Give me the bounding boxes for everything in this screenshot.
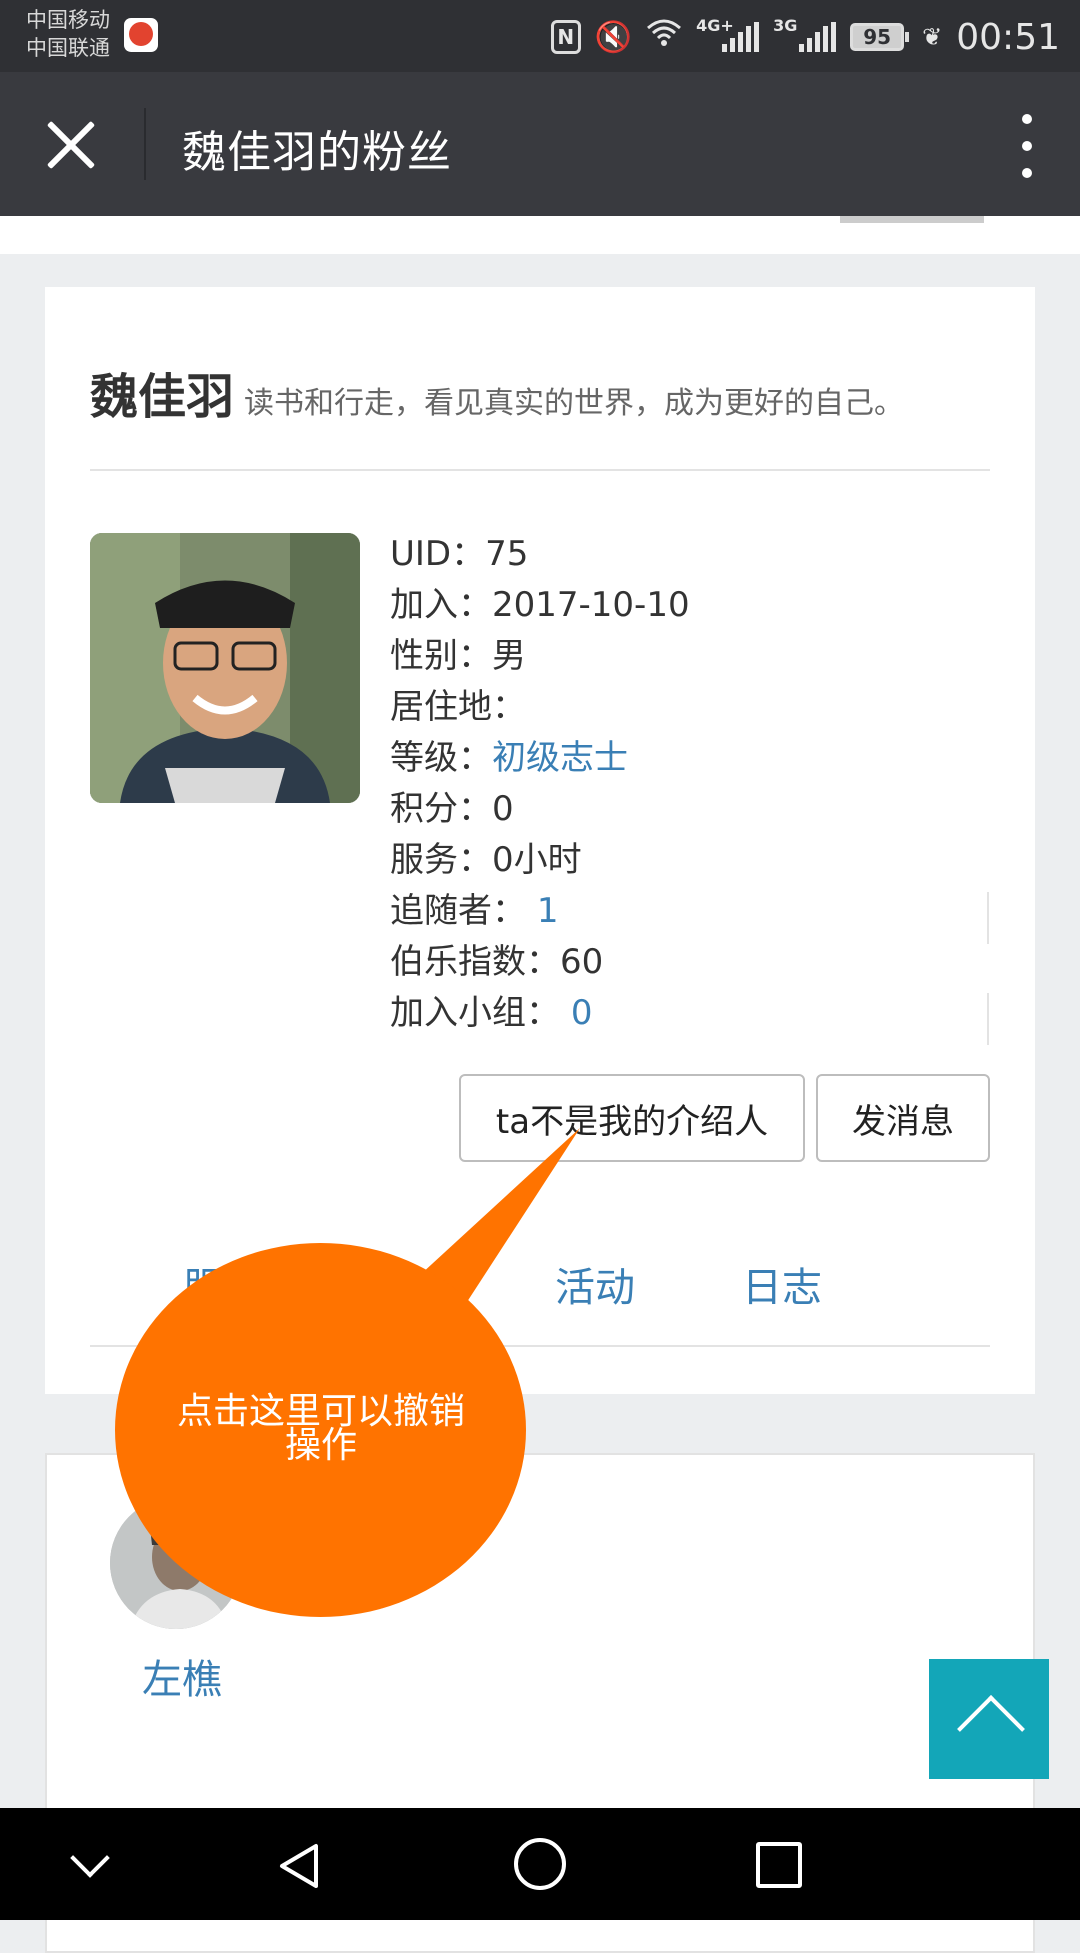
app-notification-icon (124, 18, 158, 52)
uid-row: UID：75 (390, 534, 529, 574)
status-bar: 中国移动 中国联通 N 🔇 4G+ 3G 95 ❦ 00:51 (0, 0, 1080, 72)
system-nav-bar (0, 1808, 1080, 1920)
service-value: 0小时 (492, 840, 582, 880)
level-row: 等级：初级志士 (390, 738, 628, 778)
nfc-icon: N (550, 20, 581, 54)
profile-avatar (90, 533, 360, 803)
more-options-icon[interactable] (1010, 114, 1044, 178)
not-my-introducer-button[interactable]: ta不是我的介绍人 (459, 1074, 805, 1162)
carrier-1: 中国移动 (26, 8, 110, 32)
scroll-indicator (840, 216, 984, 223)
signal-icon-1: 4G+ (696, 16, 760, 52)
join-row: 加入：2017-10-10 (390, 585, 690, 625)
profile-card: 魏佳羽 读书和行走，看见真实的世界，成为更好的自己。 UID：75 加入：2017… (45, 287, 1035, 1394)
clock: 00:51 (956, 16, 1060, 58)
battery-icon: 95 (850, 23, 910, 51)
tab-journal[interactable]: 日志 (742, 1255, 822, 1313)
carrier-info: 中国移动 中国联通 (26, 6, 110, 62)
status-icons: N 🔇 4G+ 3G 95 ❦ 00:51 (550, 14, 1060, 60)
follower-name[interactable]: 左樵 (142, 1647, 222, 1705)
gender-value: 男 (492, 636, 526, 676)
gender-row: 性别：男 (390, 636, 526, 676)
uid-value: 75 (485, 534, 529, 574)
divider (987, 993, 989, 1045)
followers-link[interactable]: 1 (537, 891, 559, 931)
tooltip-text: 点击这里可以撤销操作 (176, 1391, 465, 1466)
groups-link[interactable]: 0 (571, 993, 593, 1033)
title-divider (144, 108, 146, 180)
close-icon[interactable] (38, 112, 106, 180)
tab-activities[interactable]: 活动 (555, 1255, 635, 1313)
power-saving-icon: ❦ (922, 23, 943, 51)
back-icon[interactable] (272, 1838, 328, 1894)
points-row: 积分：0 (390, 789, 514, 829)
groups-row: 加入小组： 0 (390, 993, 593, 1033)
recent-apps-icon[interactable] (756, 1842, 802, 1888)
profile-name: 魏佳羽 (90, 369, 235, 425)
join-value: 2017-10-10 (492, 585, 690, 625)
profile-motto: 读书和行走，看见真实的世界，成为更好的自己。 (244, 386, 905, 421)
page-title: 魏佳羽的粉丝 (182, 127, 452, 178)
back-to-top-button[interactable] (929, 1659, 1049, 1779)
title-bar: 魏佳羽的粉丝 (0, 72, 1080, 216)
residence-row: 居住地： (390, 687, 526, 727)
service-row: 服务：0小时 (390, 840, 582, 880)
divider (987, 892, 989, 944)
wifi-icon (646, 18, 682, 56)
send-message-button[interactable]: 发消息 (816, 1074, 990, 1162)
mute-icon: 🔇 (594, 19, 633, 55)
profile-info: UID：75 加入：2017-10-10 性别：男 居住地： 等级：初级志士 积… (390, 529, 690, 1039)
carrier-2: 中国联通 (26, 36, 110, 60)
bole-row: 伯乐指数：60 (390, 942, 604, 982)
followers-row: 追随者： 1 (390, 891, 559, 931)
bole-value: 60 (560, 942, 604, 982)
signal-icon-2: 3G (773, 16, 837, 52)
chevron-down-icon[interactable] (64, 1838, 120, 1894)
home-icon[interactable] (514, 1838, 566, 1890)
profile-header: 魏佳羽 读书和行走，看见真实的世界，成为更好的自己。 (90, 357, 904, 427)
level-link[interactable]: 初级志士 (492, 738, 628, 778)
divider (90, 469, 990, 471)
points-value: 0 (492, 789, 514, 829)
